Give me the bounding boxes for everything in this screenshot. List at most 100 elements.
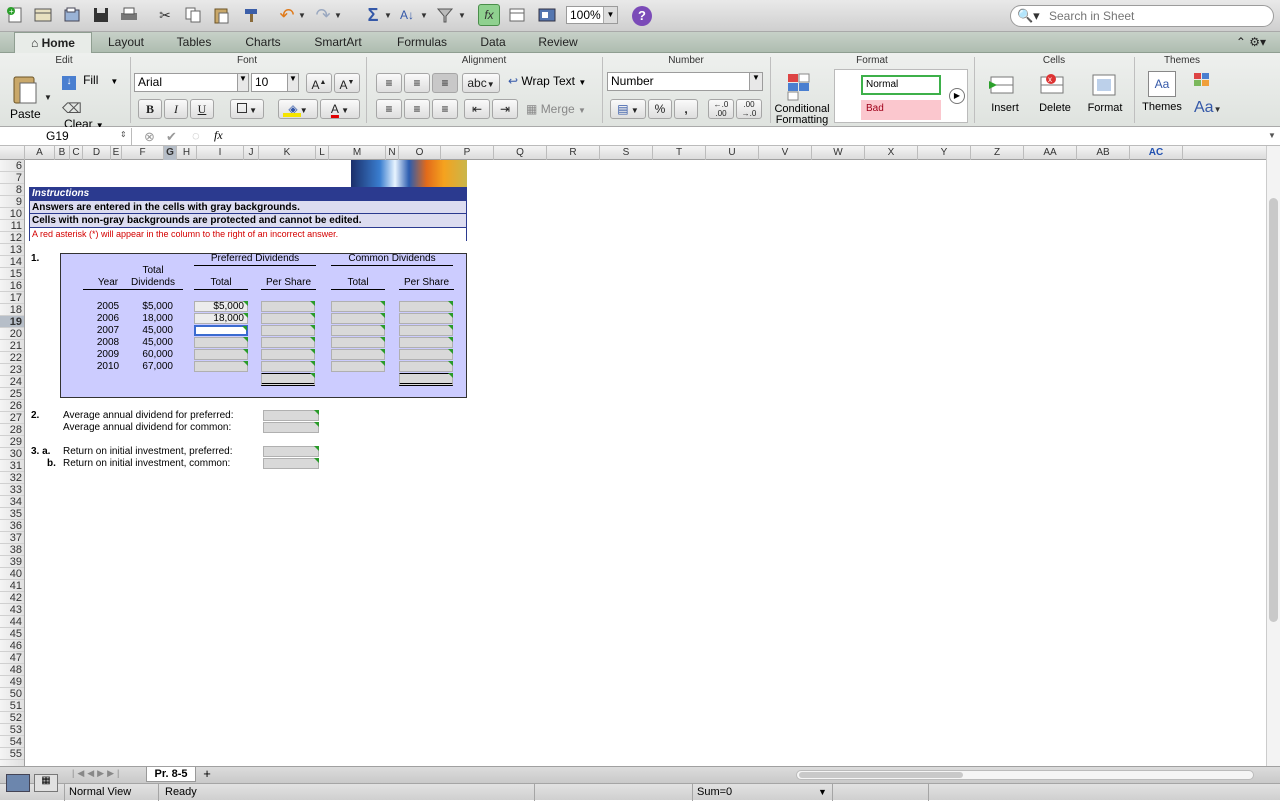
paste-button[interactable]: Paste <box>8 73 48 123</box>
select-all-corner[interactable] <box>0 146 25 160</box>
sort-icon[interactable]: A↓ <box>396 4 418 26</box>
row-header[interactable]: 13 <box>0 244 24 256</box>
common-total-input[interactable] <box>331 361 385 372</box>
tab-charts[interactable]: Charts <box>228 32 298 53</box>
row-header[interactable]: 38 <box>0 544 24 556</box>
delete-cells-button[interactable]: x Delete <box>1032 71 1078 125</box>
row-header[interactable]: 22 <box>0 352 24 364</box>
underline-button[interactable]: U <box>190 99 214 119</box>
row-header[interactable]: 20 <box>0 328 24 340</box>
column-header[interactable]: G <box>164 146 177 160</box>
common-total-input[interactable] <box>331 337 385 348</box>
column-header[interactable]: C <box>70 146 83 160</box>
vertical-scrollbar[interactable] <box>1266 146 1280 766</box>
gallery-next-icon[interactable]: ▶ <box>949 88 965 104</box>
redo-icon[interactable]: ↷ <box>312 4 334 26</box>
common-per-share-input[interactable] <box>399 301 453 312</box>
column-header[interactable]: X <box>865 146 918 160</box>
media-browser-icon[interactable] <box>536 4 558 26</box>
preferred-total-input[interactable] <box>194 325 248 336</box>
per-share-total-input[interactable] <box>399 373 453 386</box>
search-icon[interactable]: 🔍▾ <box>1017 8 1040 24</box>
filter-icon[interactable] <box>434 4 456 26</box>
row-header[interactable]: 42 <box>0 592 24 604</box>
preferred-total-input[interactable]: 18,000 <box>194 313 248 324</box>
style-normal[interactable]: Normal <box>861 75 941 95</box>
column-header[interactable]: S <box>600 146 653 160</box>
column-header[interactable]: B <box>55 146 70 160</box>
common-per-share-input[interactable] <box>399 313 453 324</box>
row-header[interactable]: 43 <box>0 604 24 616</box>
row-header[interactable]: 40 <box>0 568 24 580</box>
common-total-input[interactable] <box>331 301 385 312</box>
row-header[interactable]: 18 <box>0 304 24 316</box>
decrease-decimal-button[interactable]: .00 →.0 <box>736 99 762 119</box>
sum-status[interactable]: Sum=0 <box>697 786 732 798</box>
preferred-per-share-input[interactable] <box>261 301 315 312</box>
font-color-button[interactable]: A ▼ <box>320 99 360 119</box>
row-header[interactable]: 19 <box>0 316 24 328</box>
row-header[interactable]: 27 <box>0 412 24 424</box>
row-header[interactable]: 28 <box>0 424 24 436</box>
row-header[interactable]: 8 <box>0 184 24 196</box>
font-size-dropdown-icon[interactable]: ▼ <box>287 73 299 92</box>
align-center-button[interactable]: ≡ <box>404 99 430 119</box>
row-header[interactable]: 47 <box>0 652 24 664</box>
row-header[interactable]: 7 <box>0 172 24 184</box>
row-header[interactable]: 11 <box>0 220 24 232</box>
tab-review[interactable]: Review <box>520 32 596 53</box>
horizontal-scrollbar[interactable] <box>796 770 1254 780</box>
column-header[interactable]: D <box>83 146 111 160</box>
font-name-dropdown-icon[interactable]: ▼ <box>237 73 249 92</box>
decrease-font-button[interactable]: A▼ <box>334 73 360 93</box>
column-header[interactable]: F <box>122 146 164 160</box>
column-header[interactable]: M <box>329 146 386 160</box>
expand-formula-icon[interactable]: ▼ <box>1268 131 1276 140</box>
percent-style-button[interactable]: % <box>648 99 672 119</box>
help-icon[interactable]: ? <box>632 6 652 26</box>
column-header[interactable]: O <box>399 146 441 160</box>
zoom-select[interactable]: 100% ▼ <box>566 6 618 24</box>
column-header[interactable]: R <box>547 146 600 160</box>
row-header[interactable]: 23 <box>0 364 24 376</box>
column-header[interactable]: W <box>812 146 865 160</box>
page-layout-view-icon[interactable]: ▦ <box>34 774 58 792</box>
row-header[interactable]: 49 <box>0 676 24 688</box>
theme-fonts-button[interactable]: Aa▼ <box>1194 99 1222 117</box>
clear-button[interactable]: ⌫ Clear ▼ <box>62 100 122 131</box>
common-per-share-input[interactable] <box>399 337 453 348</box>
row-header[interactable]: 29 <box>0 436 24 448</box>
row-header[interactable]: 48 <box>0 664 24 676</box>
column-header[interactable]: J <box>244 146 259 160</box>
tab-home[interactable]: ⌂ Home <box>14 32 92 53</box>
common-per-share-input[interactable] <box>399 361 453 372</box>
row-header[interactable]: 32 <box>0 472 24 484</box>
merge-button[interactable]: ▦ Merge ▼ <box>526 102 586 116</box>
row-header[interactable]: 25 <box>0 388 24 400</box>
conditional-formatting-button[interactable]: Conditional Formatting <box>774 71 830 126</box>
row-header[interactable]: 21 <box>0 340 24 352</box>
cut-icon[interactable]: ✂ <box>154 4 176 26</box>
preferred-total-input[interactable]: $5,000 <box>194 301 248 312</box>
sum-dropdown-icon[interactable]: ▼ <box>818 787 827 797</box>
cancel-entry-icon[interactable]: ⊗ <box>144 129 155 145</box>
formula-input[interactable] <box>234 129 1264 144</box>
formula-builder-icon[interactable]: fx <box>478 4 500 26</box>
row-header[interactable]: 46 <box>0 640 24 652</box>
row-header[interactable]: 54 <box>0 736 24 748</box>
autosum-icon[interactable]: Σ <box>362 4 384 26</box>
print-icon[interactable] <box>118 4 140 26</box>
preferred-total-input[interactable] <box>194 361 248 372</box>
paste-dropdown-icon[interactable]: ▼ <box>44 93 52 102</box>
row-header[interactable]: 35 <box>0 508 24 520</box>
add-sheet-button[interactable]: + <box>198 766 216 781</box>
tab-tables[interactable]: Tables <box>160 32 228 53</box>
number-format-dropdown-icon[interactable]: ▼ <box>749 72 763 91</box>
orientation-button[interactable]: abc▼ <box>462 73 500 93</box>
horizontal-scroll-thumb[interactable] <box>799 772 963 778</box>
column-header[interactable]: K <box>259 146 316 160</box>
undo-icon[interactable]: ↶ <box>276 4 298 26</box>
return-common-input[interactable] <box>263 458 319 469</box>
row-header[interactable]: 55 <box>0 748 24 760</box>
column-header[interactable]: E <box>111 146 122 160</box>
